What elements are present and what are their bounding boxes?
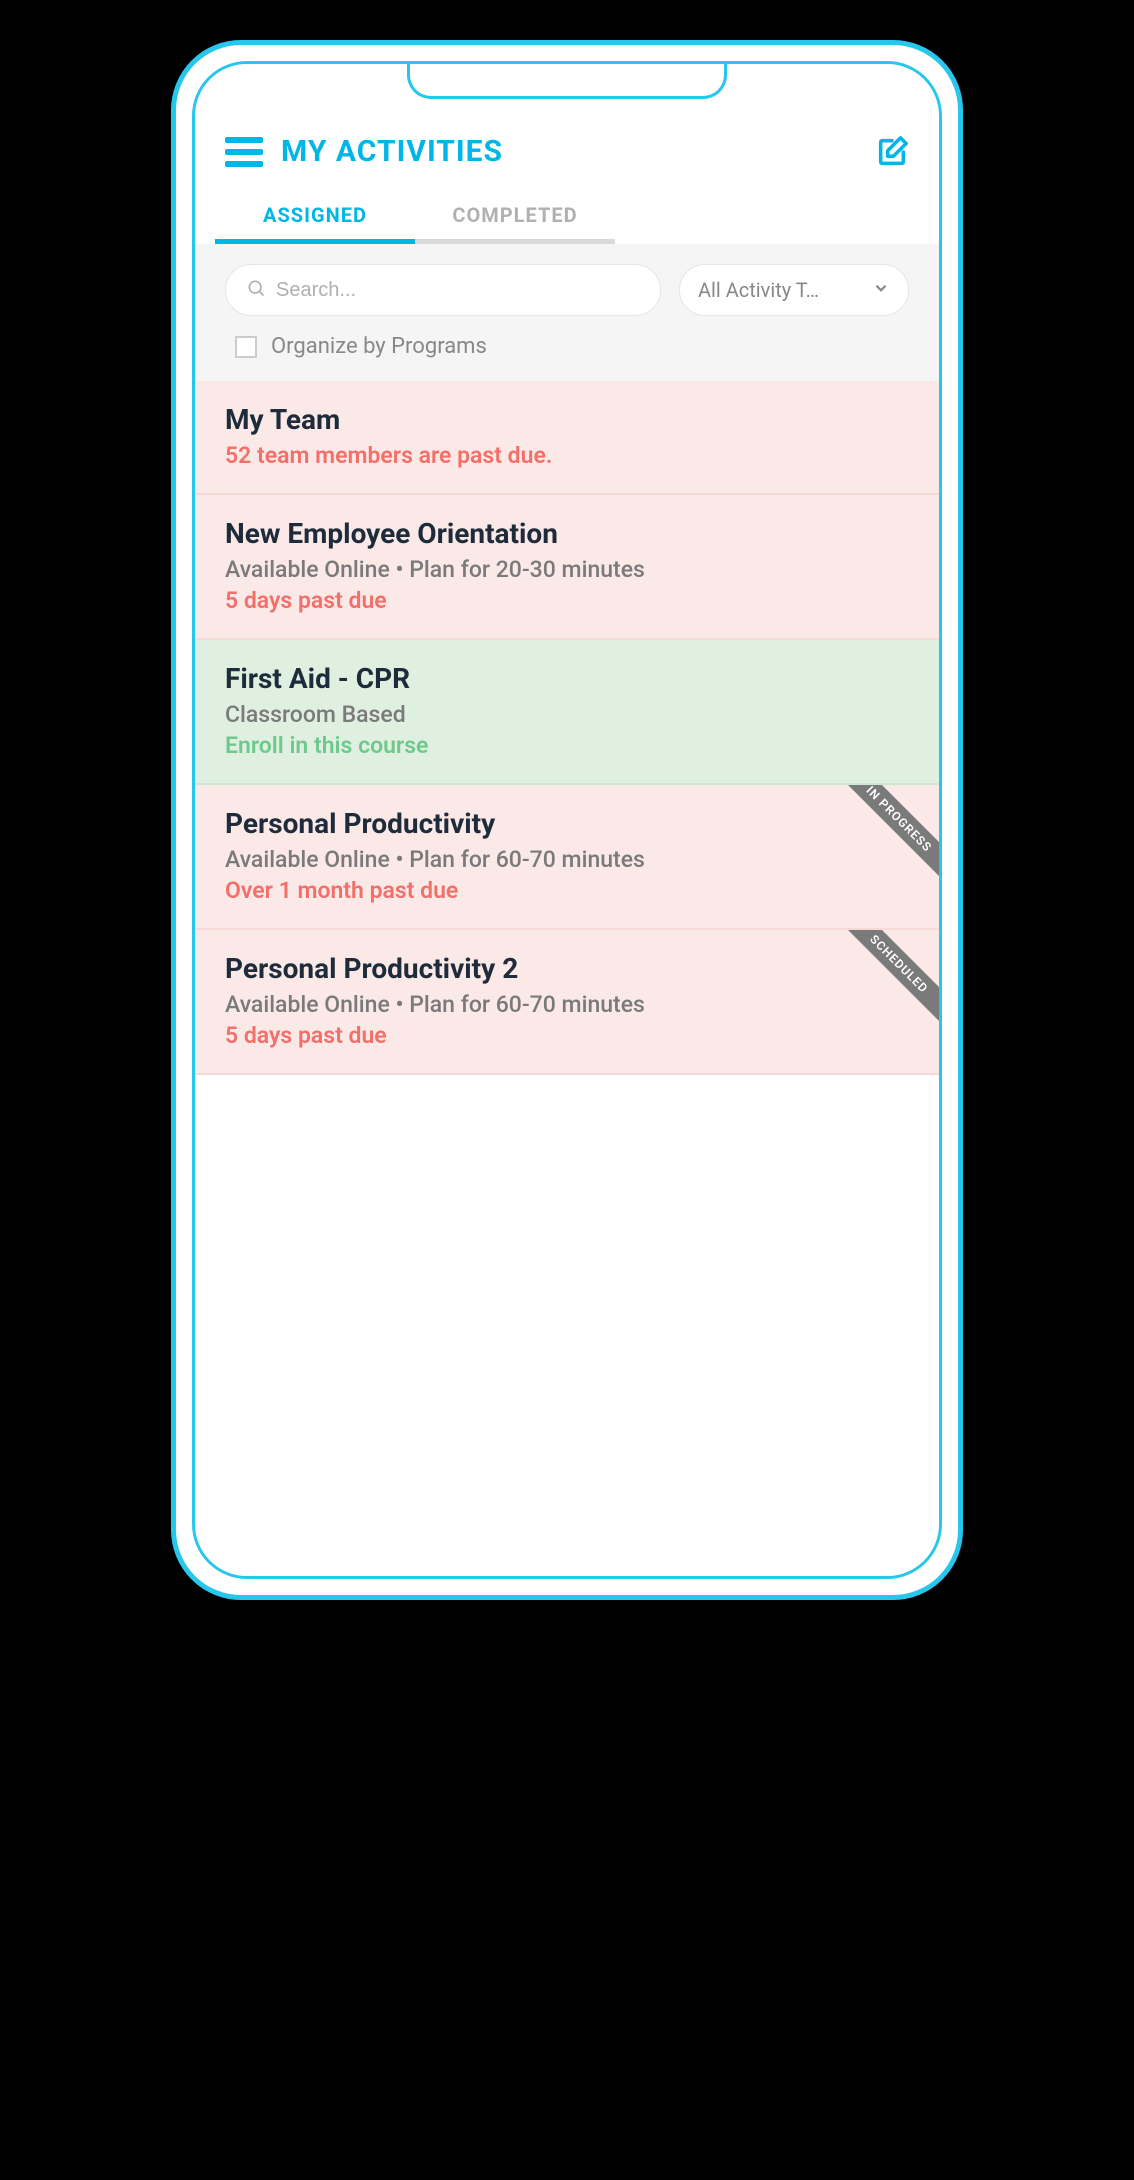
tabs: ASSIGNED COMPLETED [195,189,939,244]
organize-checkbox-label: Organize by Programs [271,334,487,359]
card-status: 5 days past due [225,1022,909,1049]
search-box[interactable] [225,264,661,316]
activity-card[interactable]: First Aid - CPR Classroom Based Enroll in … [195,640,939,785]
card-title: New Employee Orientation [225,517,909,550]
dropdown-selected: All Activity T… [698,278,819,302]
tab-completed[interactable]: COMPLETED [415,189,615,244]
card-title: Personal Productivity [225,807,909,840]
chevron-down-icon [872,278,890,302]
card-status: Enroll in this course [225,732,909,759]
activity-card[interactable]: Personal Productivity 2 Available Online … [195,930,939,1075]
hamburger-icon[interactable] [225,137,263,167]
organize-checkbox-row: Organize by Programs [225,334,909,359]
phone-inner: MY ACTIVITIES ASSIGNED COMPLETED [192,61,942,1579]
activity-card[interactable]: New Employee Orientation Available Online… [195,495,939,640]
card-title: Personal Productivity 2 [225,952,909,985]
organize-checkbox[interactable] [235,336,257,358]
activity-card[interactable]: My Team 52 team members are past due. [195,381,939,495]
filters-bar: All Activity T… Organize by Programs [195,244,939,381]
app-screen: MY ACTIVITIES ASSIGNED COMPLETED [195,64,939,1576]
card-subtitle: Available Online • Plan for 20-30 minute… [225,556,909,583]
compose-icon[interactable] [875,135,909,169]
activity-list: My Team 52 team members are past due. New … [195,381,939,1576]
card-title: My Team [225,403,909,436]
phone-frame: MY ACTIVITIES ASSIGNED COMPLETED [171,40,963,1600]
card-status: 5 days past due [225,587,909,614]
search-input[interactable] [276,279,640,302]
page-title: MY ACTIVITIES [281,134,857,169]
card-status: Over 1 month past due [225,877,909,904]
activity-card[interactable]: Personal Productivity Available Online • … [195,785,939,930]
phone-notch [407,61,727,99]
filter-row: All Activity T… [225,264,909,316]
card-title: First Aid - CPR [225,662,909,695]
card-subtitle: Available Online • Plan for 60-70 minute… [225,846,909,873]
card-status: 52 team members are past due. [225,442,909,469]
tab-assigned[interactable]: ASSIGNED [215,189,415,244]
card-subtitle: Available Online • Plan for 60-70 minute… [225,991,909,1018]
activity-type-dropdown[interactable]: All Activity T… [679,264,909,316]
card-subtitle: Classroom Based [225,701,909,728]
search-icon [246,278,266,302]
